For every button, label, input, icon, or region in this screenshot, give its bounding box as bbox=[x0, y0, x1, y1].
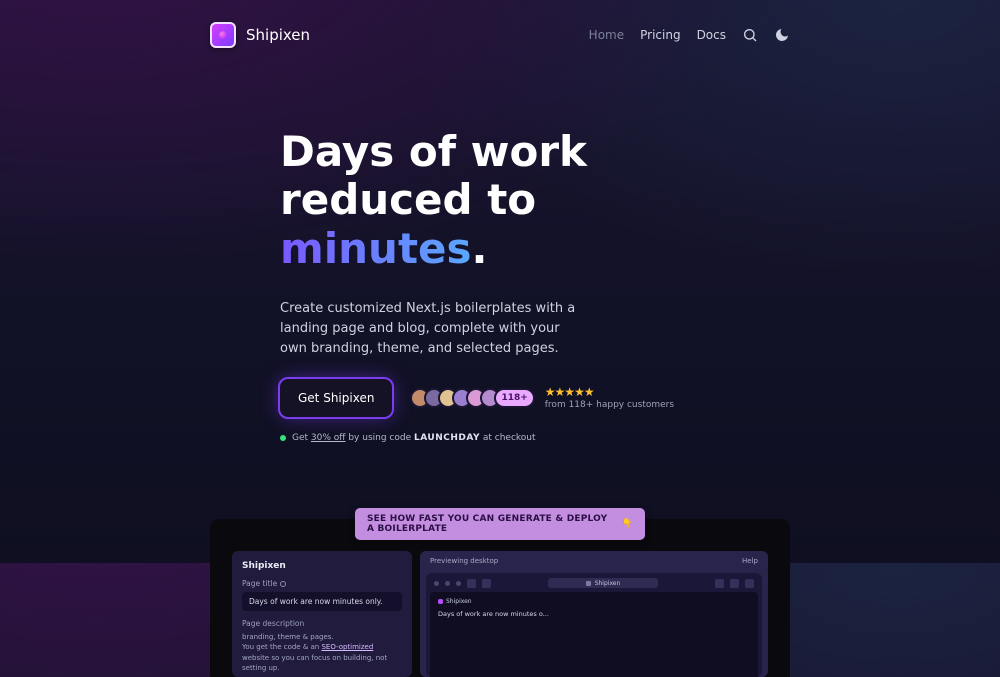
app-sidebar: Shipixen Page title Days of work are now… bbox=[232, 551, 412, 677]
traffic-light-icon bbox=[445, 581, 450, 586]
rendered-page-brand: Shipixen bbox=[438, 598, 750, 605]
help-link[interactable]: Help bbox=[742, 557, 758, 565]
browser-control-icon[interactable] bbox=[745, 579, 754, 588]
hero-title-line1: Days of work bbox=[280, 127, 587, 176]
preview-section: SEE HOW FAST YOU CAN GENERATE & DEPLOY A… bbox=[210, 519, 790, 677]
pointing-down-icon: 👇 bbox=[622, 519, 633, 529]
social-proof: 118+ ★★★★★ from 118+ happy customers bbox=[410, 386, 674, 410]
hero-title: Days of work reduced to minutes. bbox=[280, 128, 700, 273]
page-description-value: branding, theme & pages. You get the cod… bbox=[242, 632, 402, 673]
browser-toolbar: Shipixen bbox=[426, 573, 762, 592]
get-shipixen-button[interactable]: Get Shipixen bbox=[280, 379, 392, 417]
traffic-light-icon bbox=[434, 581, 439, 586]
nav-forward-icon[interactable] bbox=[482, 579, 491, 588]
promo-line: Get 30% off by using code LAUNCHDAY at c… bbox=[280, 433, 700, 443]
rendered-page: Shipixen Days of work are now minutes o.… bbox=[430, 592, 758, 677]
nav-link-docs[interactable]: Docs bbox=[697, 29, 726, 41]
preview-pill-text: SEE HOW FAST YOU CAN GENERATE & DEPLOY A… bbox=[367, 514, 618, 534]
cta-row: Get Shipixen 118+ ★★★★★ from 118+ happy … bbox=[280, 379, 700, 417]
brand-name: Shipixen bbox=[246, 26, 310, 44]
page-desc-l1: branding, theme & pages. bbox=[242, 633, 334, 641]
browser-mock: Shipixen Shipixen Days of work are now m… bbox=[426, 573, 762, 677]
theme-toggle-icon[interactable] bbox=[774, 27, 790, 43]
page-title-input[interactable]: Days of work are now minutes only. bbox=[242, 592, 402, 611]
rating-stars-icon: ★★★★★ bbox=[545, 386, 674, 398]
rendered-page-brand-text: Shipixen bbox=[446, 598, 472, 605]
page-desc-l2b: website so you can focus on building, no… bbox=[242, 654, 387, 672]
app-preview-pane: Previewing desktop Help Shipixen bbox=[420, 551, 768, 677]
hero-title-period: . bbox=[472, 224, 488, 273]
rendered-page-heading: Days of work are now minutes o... bbox=[438, 610, 750, 618]
page-desc-l2a: You get the code & an bbox=[242, 643, 321, 651]
search-icon[interactable] bbox=[742, 27, 758, 43]
hero-title-line2a: reduced to bbox=[280, 175, 536, 224]
rating: ★★★★★ from 118+ happy customers bbox=[545, 386, 674, 410]
nav-link-home[interactable]: Home bbox=[589, 29, 624, 41]
app-window: Shipixen Page title Days of work are now… bbox=[232, 551, 768, 677]
rendered-page-logo-icon bbox=[438, 599, 443, 604]
traffic-light-icon bbox=[456, 581, 461, 586]
browser-control-icon[interactable] bbox=[715, 579, 724, 588]
address-bar[interactable]: Shipixen bbox=[548, 578, 658, 588]
rating-text: from 118+ happy customers bbox=[545, 400, 674, 410]
avatar-count-badge: 118+ bbox=[494, 388, 534, 408]
browser-control-icon[interactable] bbox=[730, 579, 739, 588]
hero: Days of work reduced to minutes. Create … bbox=[0, 48, 700, 469]
promo-suffix: at checkout bbox=[480, 433, 536, 443]
field-label-page-title: Page title bbox=[242, 579, 402, 588]
field-label-page-title-text: Page title bbox=[242, 579, 277, 588]
promo-discount: 30% off bbox=[311, 433, 346, 443]
lock-icon bbox=[586, 581, 591, 586]
status-dot-icon bbox=[280, 435, 286, 441]
brand-logo-icon bbox=[210, 22, 236, 48]
address-bar-text: Shipixen bbox=[595, 580, 621, 587]
customer-avatars: 118+ bbox=[410, 388, 534, 408]
promo-mid: by using code bbox=[345, 433, 414, 443]
seo-link[interactable]: SEO-optimized bbox=[321, 643, 373, 651]
info-icon[interactable] bbox=[280, 581, 286, 587]
promo-prefix: Get bbox=[292, 433, 311, 443]
promo-code: LAUNCHDAY bbox=[414, 433, 480, 443]
hero-subtitle: Create customized Next.js boilerplates w… bbox=[280, 299, 580, 359]
nav-link-pricing[interactable]: Pricing bbox=[640, 29, 680, 41]
nav-back-icon[interactable] bbox=[467, 579, 476, 588]
device-frame: Shipixen Page title Days of work are now… bbox=[210, 519, 790, 677]
preview-pill[interactable]: SEE HOW FAST YOU CAN GENERATE & DEPLOY A… bbox=[355, 508, 645, 540]
preview-pane-header: Previewing desktop Help bbox=[420, 551, 768, 571]
nav-links: Home Pricing Docs bbox=[589, 27, 790, 43]
field-label-page-description: Page description bbox=[242, 619, 402, 628]
preview-status: Previewing desktop bbox=[430, 557, 498, 565]
brand[interactable]: Shipixen bbox=[210, 22, 310, 48]
hero-title-accent: minutes bbox=[280, 224, 472, 273]
navbar: Shipixen Home Pricing Docs bbox=[0, 0, 1000, 48]
